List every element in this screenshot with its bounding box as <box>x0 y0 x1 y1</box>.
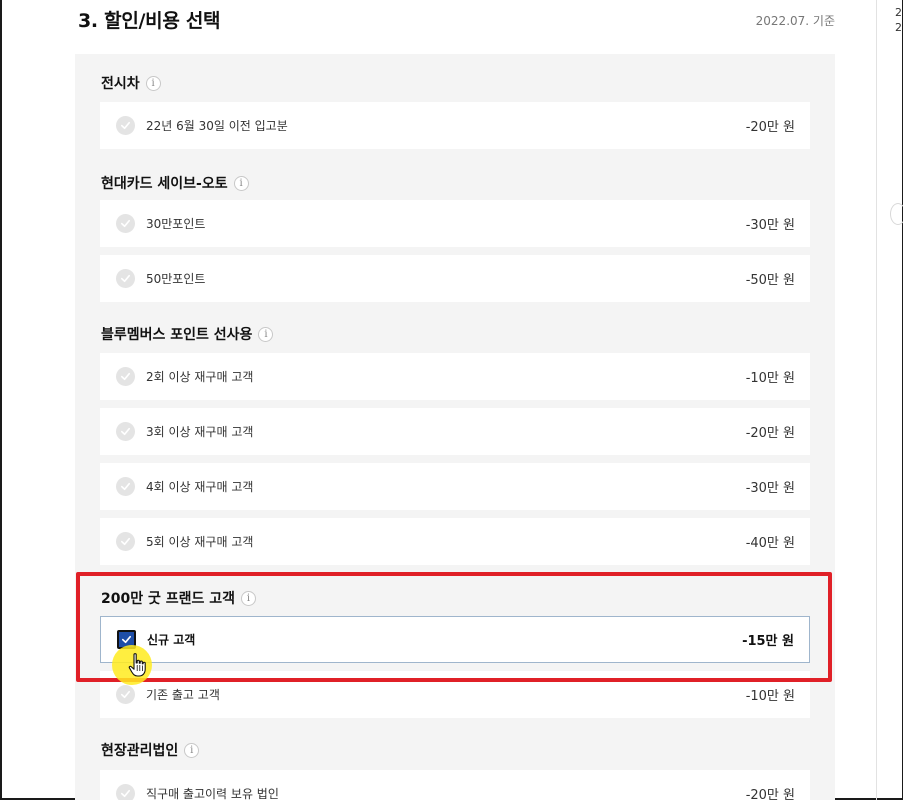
option-label: 30만포인트 <box>146 217 206 231</box>
option-label: 4회 이상 재구매 고객 <box>146 480 254 494</box>
group-title-site-management-corp: 현장관리법인 i <box>101 740 200 760</box>
option-price: -30만 원 <box>745 218 795 233</box>
check-icon[interactable] <box>116 367 135 386</box>
option-row[interactable]: 5회 이상 재구매 고객 -40만 원 <box>100 518 810 565</box>
option-price: -40만 원 <box>745 536 795 551</box>
option-price: -20만 원 <box>745 120 795 135</box>
option-row[interactable]: 3회 이상 재구매 고객 -20만 원 <box>100 408 810 455</box>
hand-pointer-icon <box>128 653 146 677</box>
info-icon[interactable]: i <box>233 175 249 191</box>
check-icon[interactable] <box>116 214 135 233</box>
option-label: 22년 6월 30일 이전 입고분 <box>146 119 288 133</box>
check-icon[interactable] <box>116 269 135 288</box>
right-column-divider <box>876 0 877 800</box>
option-label: 50만포인트 <box>146 272 206 286</box>
option-row[interactable]: 22년 6월 30일 이전 입고분 -20만 원 <box>100 102 810 149</box>
window-frame-left <box>0 0 2 800</box>
right-column-text: 2 <box>895 21 902 34</box>
option-row[interactable]: 4회 이상 재구매 고객 -30만 원 <box>100 463 810 510</box>
check-icon[interactable] <box>116 784 135 800</box>
check-icon[interactable] <box>116 685 135 704</box>
option-row[interactable]: 30만포인트 -30만 원 <box>100 200 810 247</box>
group-title-label: 현대카드 세이브-오토 <box>101 176 228 192</box>
group-title-label: 전시차 <box>101 76 140 92</box>
group-title-display-car: 전시차 i <box>101 73 161 93</box>
right-column-text: 2 <box>895 6 902 19</box>
group-title-hyundai-card-save-auto: 현대카드 세이브-오토 i <box>101 173 249 193</box>
option-price: -20만 원 <box>745 426 795 441</box>
option-label: 직구매 출고이력 보유 법인 <box>146 787 279 800</box>
group-title-label: 블루멤버스 포인트 선사용 <box>101 327 253 343</box>
group-title-label: 현장관리법인 <box>101 743 179 759</box>
right-column-button-edge[interactable] <box>890 203 903 225</box>
check-icon[interactable] <box>116 532 135 551</box>
option-row[interactable]: 50만포인트 -50만 원 <box>100 255 810 302</box>
check-icon[interactable] <box>116 477 135 496</box>
option-row[interactable]: 2회 이상 재구매 고객 -10만 원 <box>100 353 810 400</box>
option-price: -30만 원 <box>745 481 795 496</box>
info-icon[interactable]: i <box>258 326 274 342</box>
option-price: -10만 원 <box>745 371 795 386</box>
section-title: 3. 할인/비용 선택 <box>78 10 221 32</box>
option-row[interactable]: 직구매 출고이력 보유 법인 -20만 원 <box>100 770 810 800</box>
highlight-annotation-box <box>76 572 832 682</box>
option-label: 2회 이상 재구매 고객 <box>146 370 254 384</box>
check-icon[interactable] <box>116 422 135 441</box>
group-title-bluemembers-points: 블루멤버스 포인트 선사용 i <box>101 324 274 344</box>
check-icon[interactable] <box>116 116 135 135</box>
option-price: -10만 원 <box>745 689 795 704</box>
option-label: 5회 이상 재구매 고객 <box>146 535 254 549</box>
info-icon[interactable]: i <box>145 75 161 91</box>
option-price: -50만 원 <box>745 273 795 288</box>
info-icon[interactable]: i <box>184 742 200 758</box>
option-label: 3회 이상 재구매 고객 <box>146 425 254 439</box>
reference-date: 2022.07. 기준 <box>755 14 835 28</box>
option-label: 기존 출고 고객 <box>146 688 220 702</box>
option-price: -20만 원 <box>745 788 795 800</box>
